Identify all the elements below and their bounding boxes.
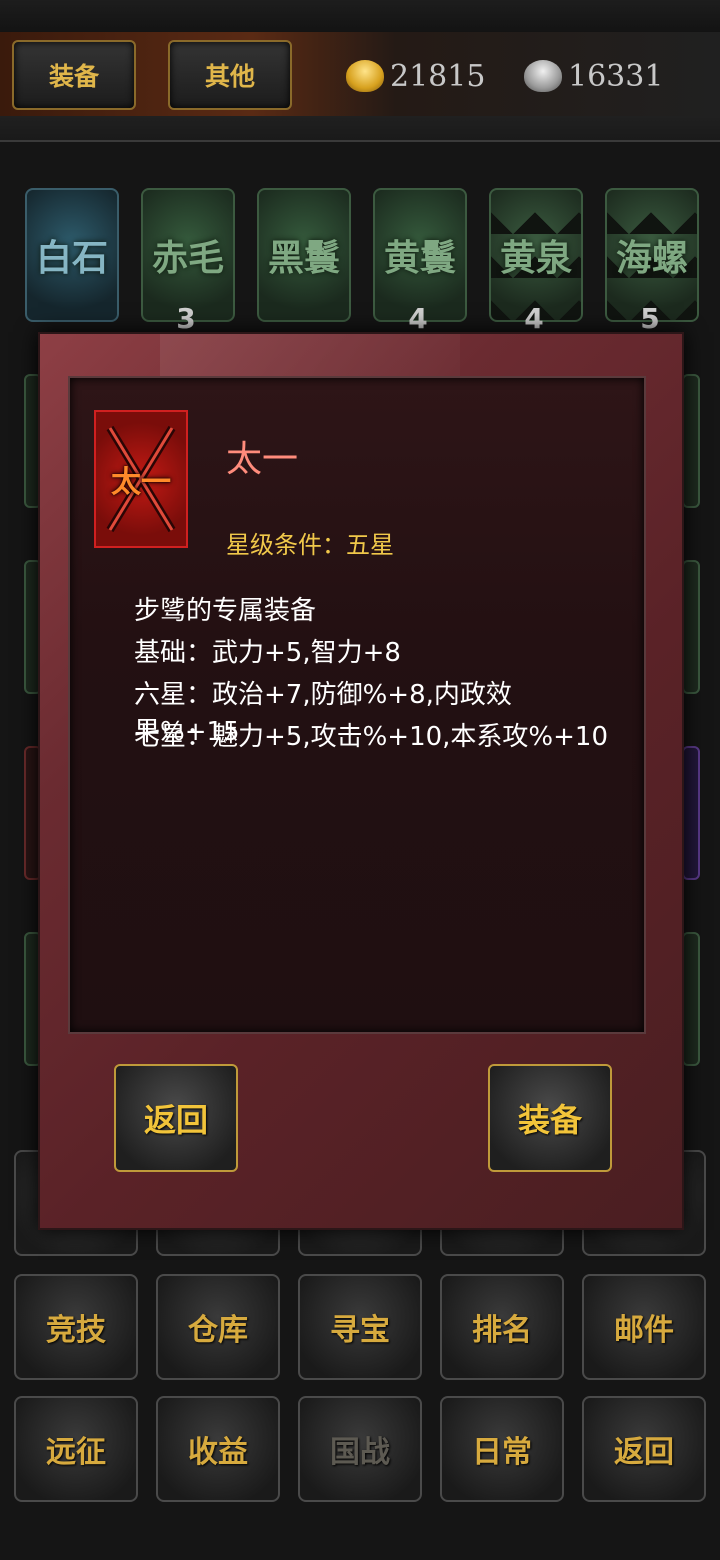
income-button[interactable]: 收益 (156, 1396, 280, 1502)
return-button[interactable]: 返回 (582, 1396, 706, 1502)
gold-ingot-icon (346, 60, 384, 92)
silver-ingot-icon (524, 60, 562, 92)
arena-button[interactable]: 竞技 (14, 1274, 138, 1380)
silver-display: 16331 (524, 54, 663, 98)
other-tab-button[interactable]: 其他 (168, 40, 292, 110)
equip-tab-button[interactable]: 装备 (12, 40, 136, 110)
item-name: 太一 (226, 439, 299, 480)
treasure-hunt-button[interactable]: 寻宝 (298, 1274, 422, 1380)
tile-count: 3 (176, 302, 196, 335)
tile-count: 4 (524, 302, 544, 335)
item-description-line: 步骘的专属装备 (134, 596, 317, 626)
tile-count: 5 (640, 302, 660, 335)
silver-amount: 16331 (568, 58, 664, 94)
modal-back-button[interactable]: 返回 (114, 1064, 238, 1172)
item-icon-label: 太一 (111, 465, 171, 500)
gold-amount: 21815 (390, 58, 486, 94)
star-condition: 星级条件：五星 (226, 531, 394, 559)
tile-heihuan[interactable]: 黑鬟 (257, 188, 351, 322)
national-war-button[interactable]: 国战 (298, 1396, 422, 1502)
modal-equip-button[interactable]: 装备 (488, 1064, 612, 1172)
mail-button[interactable]: 邮件 (582, 1274, 706, 1380)
item-description-line: 基础：武力+5,智力+8 (134, 638, 401, 668)
weapon-item-icon: 太一 (94, 410, 188, 548)
ranking-button[interactable]: 排名 (440, 1274, 564, 1380)
tile-baishi[interactable]: 白石 (25, 188, 119, 322)
hidden-card-right (682, 560, 700, 694)
hidden-card-right (682, 932, 700, 1066)
hidden-card-right (682, 746, 700, 880)
expedition-button[interactable]: 远征 (14, 1396, 138, 1502)
hidden-card-right (682, 374, 700, 508)
gold-display: 21815 (346, 54, 485, 98)
tile-count: 4 (408, 302, 428, 335)
daily-button[interactable]: 日常 (440, 1396, 564, 1502)
warehouse-button[interactable]: 仓库 (156, 1274, 280, 1380)
item-description-line: 七星：魅力+5,攻击%+10,本系攻%+10 (134, 722, 609, 752)
